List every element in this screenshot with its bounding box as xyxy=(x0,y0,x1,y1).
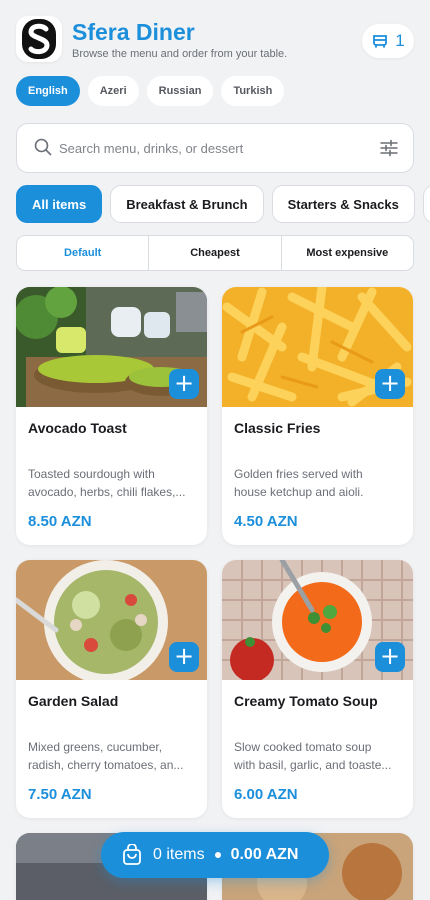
filter-sliders-icon[interactable] xyxy=(379,138,399,158)
menu-item-description: Slow cooked tomato soup with basil, garl… xyxy=(234,740,392,772)
menu-item-name: Classic Fries xyxy=(234,420,321,436)
menu-item-description: Toasted sourdough with avocado, herbs, c… xyxy=(28,467,186,499)
add-to-cart-button[interactable]: + xyxy=(169,642,199,672)
cart-count: 1 xyxy=(395,31,405,50)
menu-item-name: Creamy Tomato Soup xyxy=(234,693,378,709)
sfera-logo xyxy=(16,16,62,62)
header: Sfera Diner Browse the menu and order fr… xyxy=(16,16,414,66)
menu-item-description: Mixed greens, cucumber, radish, cherry t… xyxy=(28,740,184,772)
search-input[interactable] xyxy=(59,124,359,172)
menu-item-description: Golden fries served with house ketchup a… xyxy=(234,467,364,499)
sort-default[interactable]: Default xyxy=(17,236,150,270)
lang-azeri[interactable]: Azeri xyxy=(87,76,139,106)
cart-icon xyxy=(373,35,388,48)
menu-item-price: 8.50 AZN xyxy=(28,513,92,530)
category-breakfast-brunch[interactable]: Breakfast & Brunch xyxy=(110,185,264,223)
category-next[interactable] xyxy=(422,185,430,223)
sort-cheapest[interactable]: Cheapest xyxy=(149,236,282,270)
menu-card-creamy-tomato-soup[interactable]: + Creamy Tomato Soup Slow cooked tomato … xyxy=(222,560,413,818)
cart-button[interactable]: 1 xyxy=(362,24,414,58)
search-icon xyxy=(34,138,52,156)
restaurant-subtitle: Browse the menu and order from your tabl… xyxy=(72,48,288,60)
menu-item-name: Garden Salad xyxy=(28,693,119,709)
separator-dot xyxy=(214,852,221,858)
restaurant-title: Sfera Diner xyxy=(72,19,195,45)
language-selector: English Azeri Russian Turkish xyxy=(16,76,285,106)
sort-most-expensive[interactable]: Most expensive xyxy=(282,236,413,270)
add-to-cart-button[interactable]: + xyxy=(375,642,405,672)
category-starters-snacks[interactable]: Starters & Snacks xyxy=(271,185,415,223)
menu-item-price: 7.50 AZN xyxy=(28,786,92,803)
lang-english[interactable]: English xyxy=(16,76,80,106)
logo-s-mark xyxy=(22,19,56,59)
search-bar xyxy=(16,123,414,173)
menu-item-price: 6.00 AZN xyxy=(234,786,298,803)
add-to-cart-button[interactable]: + xyxy=(169,369,199,399)
sort-segmented-control: Default Cheapest Most expensive xyxy=(16,235,414,271)
add-to-cart-button[interactable]: + xyxy=(375,369,405,399)
lang-russian[interactable]: Russian xyxy=(146,76,214,106)
cart-summary-bar[interactable]: 0 items 0.00 AZN xyxy=(101,832,329,878)
category-all-items[interactable]: All items xyxy=(16,185,103,223)
shopping-bag-icon xyxy=(123,844,141,865)
menu-card-garden-salad[interactable]: + Garden Salad Mixed greens, cucumber, r… xyxy=(16,560,207,818)
menu-item-name: Avocado Toast xyxy=(28,420,127,436)
cart-item-count: 0 items xyxy=(153,846,205,863)
lang-turkish[interactable]: Turkish xyxy=(221,76,285,106)
category-tabs: All items Breakfast & Brunch Starters & … xyxy=(16,185,430,223)
menu-card-avocado-toast[interactable]: + Avocado Toast Toasted sourdough with a… xyxy=(16,287,207,545)
cart-total: 0.00 AZN xyxy=(230,846,299,863)
menu-item-price: 4.50 AZN xyxy=(234,513,298,530)
menu-card-classic-fries[interactable]: + Classic Fries Golden fries served with… xyxy=(222,287,413,545)
